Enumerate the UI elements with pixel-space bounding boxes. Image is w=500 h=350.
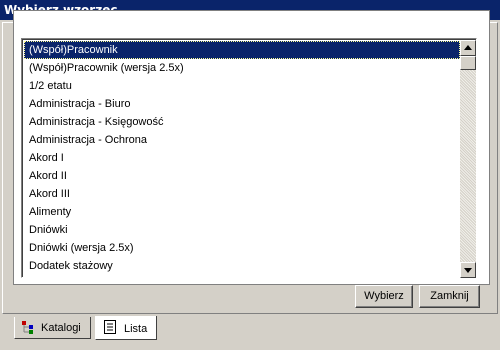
scroll-thumb[interactable] (460, 56, 476, 70)
list-item[interactable]: 1/2 etatu (24, 77, 460, 95)
list-item[interactable]: Administracja - Księgowość (24, 113, 460, 131)
list-item[interactable]: Administracja - Biuro (24, 95, 460, 113)
list-item[interactable]: (Współ)Pracownik (24, 41, 460, 59)
list-item[interactable]: Dodatek stażowy (24, 257, 460, 275)
scroll-down-button[interactable] (460, 262, 476, 278)
arrow-down-icon (464, 268, 472, 273)
tab-lista[interactable]: Lista (95, 316, 157, 340)
tab-katalogi[interactable]: Katalogi (14, 317, 91, 339)
document-list-icon (104, 320, 116, 334)
close-button[interactable]: Zamknij (419, 285, 480, 308)
vertical-scrollbar[interactable] (460, 40, 476, 278)
select-button[interactable]: Wybierz (355, 285, 413, 308)
list-item[interactable]: Dniówki (24, 221, 460, 239)
list-item[interactable]: Alimenty (24, 203, 460, 221)
tree-icon (22, 321, 33, 334)
scroll-up-button[interactable] (460, 40, 476, 56)
arrow-up-icon (464, 45, 472, 50)
list-item[interactable]: Akord II (24, 167, 460, 185)
list-item[interactable]: Akord III (24, 185, 460, 203)
template-listbox[interactable]: (Współ)Pracownik (Współ)Pracownik (wersj… (21, 38, 477, 278)
tab-katalogi-label: Katalogi (41, 322, 81, 334)
list-item[interactable]: Akord I (24, 149, 460, 167)
tab-lista-label: Lista (124, 323, 148, 335)
list-item[interactable]: (Współ)Pracownik (wersja 2.5x) (24, 59, 460, 77)
tab-strip: Katalogi Lista (0, 314, 500, 350)
list-item[interactable]: Administracja - Ochrona (24, 131, 460, 149)
list-items: (Współ)Pracownik (Współ)Pracownik (wersj… (24, 41, 460, 277)
list-item[interactable]: Dniówki (wersja 2.5x) (24, 239, 460, 257)
